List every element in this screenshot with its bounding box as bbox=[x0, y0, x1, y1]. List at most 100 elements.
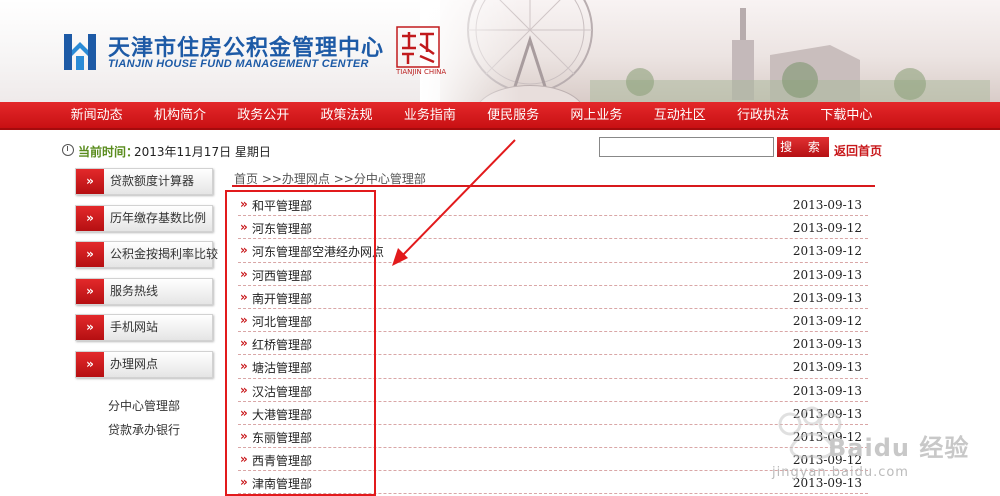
site-banner: 天津市住房公积金管理中心 TIANJIN HOUSE FUND MANAGEME… bbox=[0, 0, 1000, 102]
list-item-title[interactable]: 红桥管理部 bbox=[252, 336, 312, 353]
nav-item-guide[interactable]: 业务指南 bbox=[388, 102, 471, 130]
info-bar: 当前时间： 2013年11月17日 星期日 搜 索 返回首页 bbox=[58, 136, 882, 162]
list-item-date: 2013-09-13 bbox=[792, 476, 862, 491]
search-button[interactable]: 搜 索 bbox=[777, 137, 829, 157]
sidebar-item-label: 公积金按揭利率比较 bbox=[110, 247, 219, 261]
list-item-title[interactable]: 塘沽管理部 bbox=[252, 359, 312, 376]
list-item[interactable]: » 汉沽管理部 2013-09-13 bbox=[238, 379, 868, 402]
main-nav: 新闻动态 机构简介 政务公开 政策法规 业务指南 便民服务 网上业务 互动社区 … bbox=[0, 102, 1000, 130]
ferris-wheel-illustration bbox=[467, 0, 990, 102]
list-item-date: 2013-09-12 bbox=[792, 313, 862, 328]
list-item-date: 2013-09-13 bbox=[792, 406, 862, 421]
sidebar-item-label: 手机网站 bbox=[110, 320, 159, 334]
double-chevron-right-icon: » bbox=[76, 242, 104, 267]
sidebar-item-label: 历年缴存基数比例 bbox=[110, 210, 207, 225]
list-item-title[interactable]: 大港管理部 bbox=[252, 406, 312, 423]
seal-caption: TIANJIN CHINA bbox=[396, 68, 447, 76]
time-label: 当前时间： bbox=[78, 145, 139, 159]
nav-item-online[interactable]: 网上业务 bbox=[555, 102, 638, 130]
list-item[interactable]: » 大港管理部 2013-09-13 bbox=[238, 402, 868, 425]
list-item-date: 2013-09-13 bbox=[792, 290, 862, 305]
double-chevron-right-icon: » bbox=[76, 205, 104, 231]
list-item[interactable]: » 河东管理部 2013-09-12 bbox=[238, 216, 868, 240]
site-title-en: TIANJIN HOUSE FUND MANAGEMENT CENTER bbox=[108, 58, 369, 70]
nav-item-community[interactable]: 互动社区 bbox=[638, 102, 721, 130]
list-item[interactable]: » 津南管理部 2013-09-13 bbox=[238, 471, 868, 495]
list-item-date: 2013-09-12 bbox=[792, 429, 862, 444]
banner-scenery bbox=[440, 0, 1000, 102]
search-input[interactable] bbox=[599, 137, 774, 157]
double-chevron-right-icon: » bbox=[240, 359, 248, 374]
list-item-title[interactable]: 河东管理部 bbox=[252, 220, 312, 237]
list-item-title[interactable]: 河西管理部 bbox=[252, 267, 312, 284]
list-item-title[interactable]: 和平管理部 bbox=[252, 197, 312, 214]
nav-item-services[interactable]: 便民服务 bbox=[471, 102, 554, 130]
list-item-title[interactable]: 河北管理部 bbox=[252, 313, 312, 330]
sub-link-branch-management[interactable]: 分中心管理部 bbox=[108, 397, 180, 414]
double-chevron-right-icon: » bbox=[240, 312, 248, 327]
double-chevron-right-icon: » bbox=[240, 243, 248, 258]
list-item-title[interactable]: 西青管理部 bbox=[252, 452, 312, 469]
sidebar-item-label: 贷款额度计算器 bbox=[110, 174, 195, 188]
sidebar-item-rate-compare[interactable]: » 公积金按揭利率比较 bbox=[75, 241, 218, 268]
double-chevron-right-icon: » bbox=[240, 475, 248, 490]
nav-item-public-affairs[interactable]: 政务公开 bbox=[222, 102, 305, 130]
nav-item-downloads[interactable]: 下载中心 bbox=[805, 102, 888, 130]
double-chevron-right-icon: » bbox=[76, 315, 104, 340]
branch-list: » 和平管理部 2013-09-13 » 河东管理部 2013-09-12 » 河东管理部… bbox=[238, 193, 868, 495]
home-link[interactable]: 返回首页 bbox=[834, 142, 882, 159]
list-item-date: 2013-09-12 bbox=[792, 453, 862, 468]
nav-item-about[interactable]: 机构简介 bbox=[138, 102, 221, 130]
list-item-date: 2013-09-12 bbox=[792, 244, 862, 259]
breadcrumb-divider bbox=[232, 185, 875, 187]
list-item[interactable]: » 西青管理部 2013-09-12 bbox=[238, 448, 868, 472]
list-item[interactable]: » 和平管理部 2013-09-13 bbox=[238, 193, 868, 217]
list-item-date: 2013-09-13 bbox=[792, 337, 862, 352]
current-date: 2013年11月17日 星期日 bbox=[134, 145, 271, 159]
double-chevron-right-icon: » bbox=[240, 266, 248, 281]
list-item-title[interactable]: 河东管理部空港经办网点 bbox=[252, 243, 384, 260]
double-chevron-right-icon: » bbox=[240, 197, 248, 211]
hf-logo-icon bbox=[64, 34, 96, 70]
list-item-title[interactable]: 南开管理部 bbox=[252, 290, 312, 307]
sidebar-item-deposit-base[interactable]: » 历年缴存基数比例 bbox=[75, 204, 213, 232]
sidebar-item-service-outlets[interactable]: » 办理网点 bbox=[75, 350, 213, 378]
double-chevron-right-icon: » bbox=[76, 351, 104, 377]
double-chevron-right-icon: » bbox=[240, 289, 248, 304]
page: 天津市住房公积金管理中心 TIANJIN HOUSE FUND MANAGEME… bbox=[0, 0, 1000, 496]
list-item-title[interactable]: 东丽管理部 bbox=[252, 429, 312, 446]
list-item[interactable]: » 塘沽管理部 2013-09-13 bbox=[238, 355, 868, 379]
double-chevron-right-icon: » bbox=[240, 220, 248, 235]
sidebar-item-mobile-site[interactable]: » 手机网站 bbox=[75, 314, 213, 341]
sidebar-item-label: 办理网点 bbox=[110, 356, 159, 371]
list-item-date: 2013-09-13 bbox=[792, 267, 862, 282]
double-chevron-right-icon: » bbox=[240, 452, 248, 467]
sub-link-loan-banks[interactable]: 贷款承办银行 bbox=[108, 421, 180, 438]
list-item[interactable]: » 东丽管理部 2013-09-12 bbox=[238, 425, 868, 449]
double-chevron-right-icon: » bbox=[240, 382, 248, 397]
list-item[interactable]: » 南开管理部 2013-09-13 bbox=[238, 286, 868, 309]
double-chevron-right-icon: » bbox=[240, 336, 248, 351]
sidebar-item-hotline[interactable]: » 服务热线 bbox=[75, 277, 213, 305]
clock-icon bbox=[62, 144, 74, 156]
double-chevron-right-icon: » bbox=[240, 405, 248, 420]
list-item-date: 2013-09-13 bbox=[792, 383, 862, 398]
list-item[interactable]: » 河北管理部 2013-09-12 bbox=[238, 309, 868, 333]
double-chevron-right-icon: » bbox=[76, 278, 104, 304]
list-item[interactable]: » 红桥管理部 2013-09-13 bbox=[238, 332, 868, 356]
nav-item-policies[interactable]: 政策法规 bbox=[305, 102, 388, 130]
sidebar-item-label: 服务热线 bbox=[110, 283, 159, 298]
double-chevron-right-icon: » bbox=[240, 428, 248, 443]
nav-item-news[interactable]: 新闻动态 bbox=[55, 102, 138, 130]
list-item-title[interactable]: 汉沽管理部 bbox=[252, 383, 312, 400]
list-item-date: 2013-09-13 bbox=[792, 360, 862, 375]
sidebar-item-loan-calculator[interactable]: » 贷款额度计算器 bbox=[75, 168, 213, 195]
double-chevron-right-icon: » bbox=[76, 169, 104, 194]
list-item-date: 2013-09-12 bbox=[792, 221, 862, 236]
sidebar: » 贷款额度计算器 » 历年缴存基数比例 » 公积金按揭利率比较 » 服务热线 … bbox=[75, 168, 218, 387]
nav-item-enforcement[interactable]: 行政执法 bbox=[721, 102, 804, 130]
list-item[interactable]: » 河东管理部空港经办网点 2013-09-12 bbox=[238, 239, 868, 263]
list-item-date: 2013-09-13 bbox=[792, 198, 862, 212]
list-item-title[interactable]: 津南管理部 bbox=[252, 475, 312, 492]
list-item[interactable]: » 河西管理部 2013-09-13 bbox=[238, 263, 868, 286]
